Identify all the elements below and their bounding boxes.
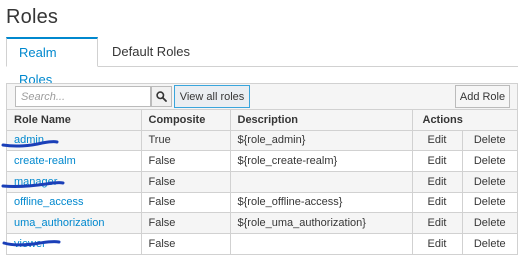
add-role-button[interactable]: Add Role: [455, 85, 510, 108]
table-row: uma_authorization False ${role_uma_autho…: [7, 212, 517, 234]
description-cell: [230, 233, 413, 255]
edit-button[interactable]: Edit: [412, 171, 463, 193]
delete-button[interactable]: Delete: [462, 212, 517, 234]
composite-cell: False: [141, 233, 231, 255]
table-row: viewer False Edit Delete: [7, 233, 517, 255]
edit-button[interactable]: Edit: [412, 150, 463, 172]
composite-cell: False: [141, 150, 231, 172]
role-link-uma-authorization[interactable]: uma_authorization: [14, 217, 105, 229]
header-actions: Actions: [412, 110, 517, 131]
role-link-create-realm[interactable]: create-realm: [14, 155, 76, 167]
description-cell: ${role_offline-access}: [230, 192, 413, 214]
table-row: manager False Edit Delete: [7, 171, 517, 193]
composite-cell: True: [141, 130, 231, 152]
view-all-roles-button[interactable]: View all roles: [174, 85, 250, 108]
magnifier-icon: [156, 91, 167, 102]
table-row: offline_access False ${role_offline-acce…: [7, 192, 517, 214]
header-composite[interactable]: Composite: [141, 110, 231, 131]
role-link-admin[interactable]: admin: [14, 134, 44, 146]
page-title: Roles: [6, 6, 59, 28]
tab-bar: Realm Roles Default Roles: [6, 37, 518, 87]
roles-table: Role Name Composite Description Actions …: [7, 110, 517, 255]
edit-button[interactable]: Edit: [412, 233, 463, 255]
edit-button[interactable]: Edit: [412, 130, 463, 152]
description-cell: ${role_uma_authorization}: [230, 212, 413, 234]
search-input[interactable]: [15, 86, 151, 107]
table-toolbar: View all roles Add Role: [7, 84, 517, 110]
table-row: admin True ${role_admin} Edit Delete: [7, 130, 517, 152]
tab-realm-roles[interactable]: Realm Roles: [6, 37, 98, 87]
composite-cell: False: [141, 192, 231, 214]
description-cell: ${role_create-realm}: [230, 150, 413, 172]
composite-cell: False: [141, 171, 231, 193]
roles-table-panel: View all roles Add Role Role Name Compos…: [6, 83, 518, 255]
composite-cell: False: [141, 212, 231, 234]
table-header-row: Role Name Composite Description Actions: [7, 110, 517, 131]
delete-button[interactable]: Delete: [462, 233, 517, 255]
header-role-name[interactable]: Role Name: [7, 110, 142, 131]
search-button[interactable]: [151, 86, 172, 107]
delete-button[interactable]: Delete: [462, 130, 517, 152]
edit-button[interactable]: Edit: [412, 192, 463, 214]
role-link-offline-access[interactable]: offline_access: [14, 196, 84, 208]
tab-default-roles[interactable]: Default Roles: [100, 37, 202, 67]
edit-button[interactable]: Edit: [412, 212, 463, 234]
delete-button[interactable]: Delete: [462, 171, 517, 193]
description-cell: ${role_admin}: [230, 130, 413, 152]
role-link-viewer[interactable]: viewer: [14, 238, 46, 250]
description-cell: [230, 171, 413, 193]
role-link-manager[interactable]: manager: [14, 176, 57, 188]
delete-button[interactable]: Delete: [462, 150, 517, 172]
table-row: create-realm False ${role_create-realm} …: [7, 150, 517, 172]
delete-button[interactable]: Delete: [462, 192, 517, 214]
header-description[interactable]: Description: [230, 110, 413, 131]
